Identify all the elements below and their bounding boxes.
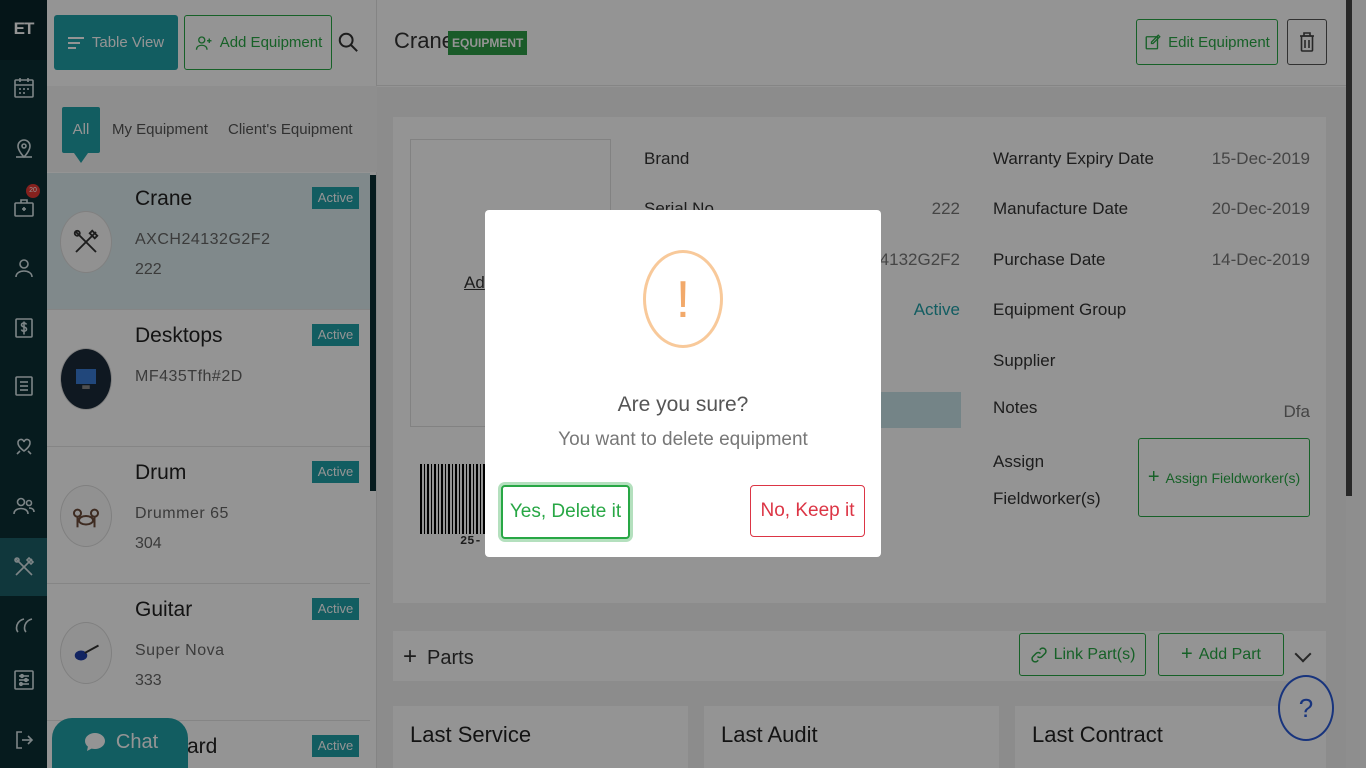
dialog-title: Are you sure?	[617, 393, 749, 416]
cancel-delete-button[interactable]: No, Keep it	[750, 485, 865, 537]
confirm-dialog: ! Are you sure? You want to delete equip…	[485, 210, 881, 557]
dialog-message: You want to delete equipment	[558, 429, 808, 450]
warning-icon: !	[643, 250, 723, 348]
confirm-delete-button[interactable]: Yes, Delete it	[501, 485, 630, 539]
